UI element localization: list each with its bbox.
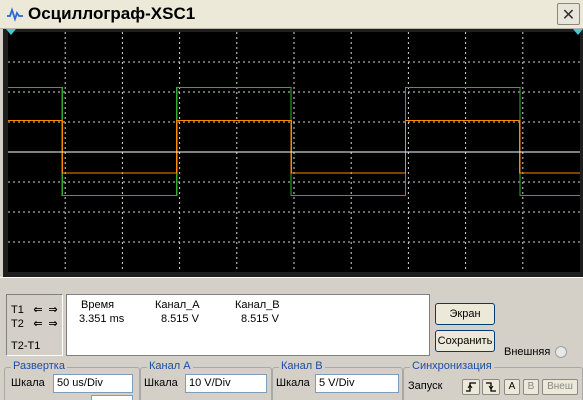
external-radio[interactable] [555,346,567,358]
channel-b-header: Канал_B [235,299,280,311]
channel-a-title: Канал A [147,360,193,372]
channel-a-header: Канал_A [155,299,200,311]
measurement-readout: Время Канал_A Канал_B 3.351 ms 8.515 V 8… [66,294,430,356]
t1-time-value: 3.351 ms [79,313,125,325]
trigger-b-button[interactable]: B [523,379,539,395]
trigger-a-button[interactable]: A [504,379,520,395]
t1-channel-a-value: 8.515 V [161,313,199,325]
external-label: Внешняя [504,346,551,358]
t2-right-arrow-icon[interactable]: ⇒ [46,318,60,331]
channel-b-title: Канал B [279,360,325,372]
close-button[interactable]: ✕ [557,3,580,25]
waveform-display [8,32,580,272]
screen-button[interactable]: Экран [435,303,495,325]
channel-b-scale-label: Шкала [276,377,310,389]
close-icon: ✕ [561,5,576,24]
time-header: Время [81,299,115,311]
channel-b-scale-field[interactable]: 5 V/Div [315,374,399,393]
t1-channel-b-value: 8.515 V [241,313,279,325]
sweep-scale-label: Шкала [11,377,45,389]
oscilloscope-icon [7,7,23,22]
oscilloscope-screen-frame [3,29,583,277]
save-button[interactable]: Сохранить [435,330,495,352]
sweep-scale-field[interactable]: 50 us/Div [53,374,133,393]
channel-a-scale-field[interactable]: 10 V/Div [185,374,267,393]
title-bar: Осциллограф-XSC1 ✕ [0,0,583,29]
sweep-position-field[interactable] [91,395,133,400]
t1-right-arrow-icon[interactable]: ⇒ [46,304,60,317]
sweep-title: Развертка [11,360,67,372]
oscilloscope-screen[interactable] [8,32,580,272]
t2-left-arrow-icon[interactable]: ⇐ [31,318,45,331]
cursor-t1-label: T1 [11,304,24,316]
rising-edge-icon[interactable] [462,379,480,395]
sync-title: Синхронизация [410,360,494,372]
cursor-controls: T1 ⇐ ⇒ T2 ⇐ ⇒ T2-T1 [6,294,63,356]
cursor-t2-marker-icon[interactable] [573,29,583,36]
falling-edge-icon[interactable] [482,379,500,395]
channel-a-scale-label: Шкала [144,377,178,389]
trigger-label: Запуск [408,380,443,392]
cursor-t2-label: T2 [11,318,24,330]
t1-left-arrow-icon[interactable]: ⇐ [31,304,45,317]
cursor-t2-t1-label: T2-T1 [11,340,41,352]
trigger-external-button[interactable]: Внеш [542,379,578,395]
cursor-t1-marker-icon[interactable] [6,29,16,36]
window-title: Осциллограф-XSC1 [28,4,196,23]
